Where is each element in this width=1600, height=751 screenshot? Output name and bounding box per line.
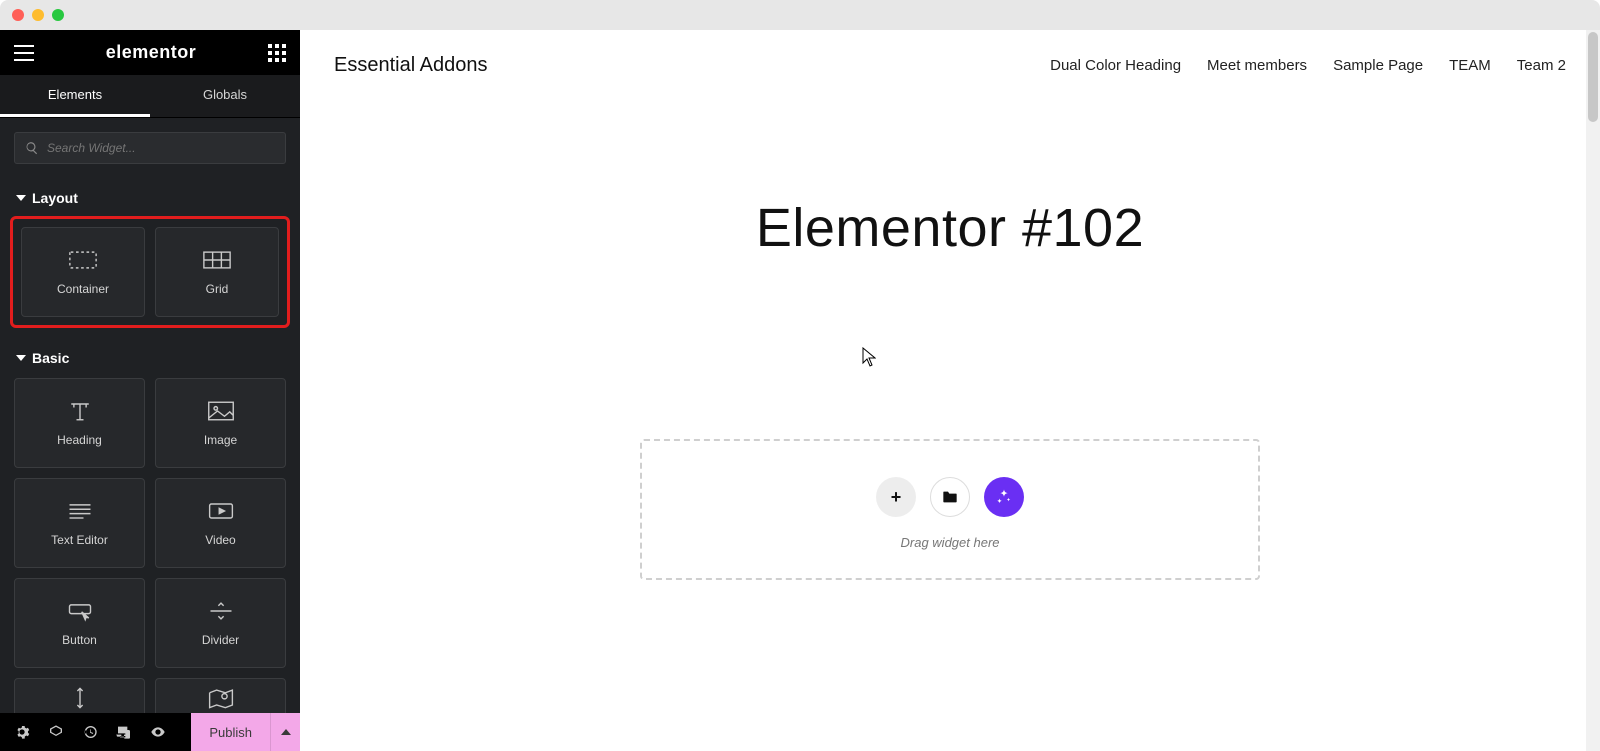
nav-link[interactable]: Team 2 [1517, 57, 1566, 74]
search-widget-box[interactable] [14, 132, 286, 164]
widget-partial-2[interactable] [155, 678, 286, 718]
heading-icon [66, 399, 94, 423]
settings-icon[interactable] [14, 724, 30, 740]
widget-image[interactable]: Image [155, 378, 286, 468]
divider-icon [207, 599, 235, 623]
image-icon [207, 399, 235, 423]
widget-label: Button [62, 633, 97, 647]
responsive-icon[interactable] [116, 724, 132, 740]
grid-icon [203, 248, 231, 272]
widget-container[interactable]: Container [21, 227, 145, 317]
history-icon[interactable] [82, 724, 98, 740]
folder-icon [942, 490, 958, 504]
video-icon [207, 499, 235, 523]
button-icon [66, 599, 94, 623]
add-section-dropzone[interactable]: + Drag widget here [640, 439, 1260, 580]
widget-grid[interactable]: Grid [155, 227, 279, 317]
section-layout-title: Layout [32, 190, 78, 206]
widget-button[interactable]: Button [14, 578, 145, 668]
dropzone-hint: Drag widget here [901, 535, 1000, 550]
dropzone-buttons: + [876, 477, 1024, 517]
apps-grid-icon[interactable] [268, 44, 286, 62]
panel-header: elementor [0, 30, 300, 75]
page-title: Elementor #102 [330, 197, 1570, 259]
section-layout-header[interactable]: Layout [0, 178, 300, 214]
site-title[interactable]: Essential Addons [334, 54, 487, 77]
add-template-button[interactable] [930, 477, 970, 517]
widget-label: Text Editor [51, 533, 108, 547]
editor-canvas[interactable]: Essential Addons Dual Color Heading Meet… [300, 30, 1600, 751]
ai-sparkle-icon [995, 488, 1013, 506]
traffic-light-zoom[interactable] [52, 9, 64, 21]
macos-title-bar [0, 0, 1600, 30]
publish-area: Publish [191, 713, 300, 751]
widget-label: Divider [202, 633, 239, 647]
traffic-light-minimize[interactable] [32, 9, 44, 21]
nav-link[interactable]: Dual Color Heading [1050, 57, 1181, 74]
map-icon [207, 686, 235, 710]
layout-widgets-highlight: Container Grid [10, 216, 290, 328]
nav-link[interactable]: Sample Page [1333, 57, 1423, 74]
traffic-light-close[interactable] [12, 9, 24, 21]
nav-link[interactable]: TEAM [1449, 57, 1491, 74]
primary-nav: Dual Color Heading Meet members Sample P… [1050, 57, 1566, 74]
search-input[interactable] [47, 141, 275, 155]
widget-partial-1[interactable] [14, 678, 145, 718]
add-section-button[interactable]: + [876, 477, 916, 517]
scrollbar[interactable] [1586, 30, 1600, 751]
panel-footer: Publish [0, 713, 300, 751]
search-icon [25, 141, 39, 155]
elementor-panel: elementor Elements Globals Layout Contai… [0, 30, 300, 751]
widget-heading[interactable]: Heading [14, 378, 145, 468]
navigator-icon[interactable] [48, 724, 64, 740]
hamburger-menu-icon[interactable] [14, 45, 34, 61]
widget-text-editor[interactable]: Text Editor [14, 478, 145, 568]
container-icon [69, 248, 97, 272]
site-header: Essential Addons Dual Color Heading Meet… [330, 30, 1570, 87]
widget-label: Heading [57, 433, 102, 447]
publish-options-caret[interactable] [270, 713, 300, 751]
spacer-icon [66, 686, 94, 710]
widget-label: Container [57, 282, 109, 296]
section-basic-header[interactable]: Basic [0, 338, 300, 374]
widget-label: Video [205, 533, 235, 547]
ai-button[interactable] [984, 477, 1024, 517]
caret-down-icon [16, 355, 26, 361]
basic-widgets: Heading Image Text Editor Video Button D… [0, 374, 300, 732]
text-editor-icon [66, 499, 94, 523]
preview-icon[interactable] [150, 724, 166, 740]
elementor-logo: elementor [106, 42, 197, 63]
widget-video[interactable]: Video [155, 478, 286, 568]
tab-elements[interactable]: Elements [0, 75, 150, 117]
widget-label: Grid [206, 282, 229, 296]
panel-tabs: Elements Globals [0, 75, 300, 118]
section-basic-title: Basic [32, 350, 69, 366]
nav-link[interactable]: Meet members [1207, 57, 1307, 74]
tab-globals[interactable]: Globals [150, 75, 300, 117]
widget-label: Image [204, 433, 237, 447]
publish-button[interactable]: Publish [191, 713, 270, 751]
caret-down-icon [16, 195, 26, 201]
widget-divider[interactable]: Divider [155, 578, 286, 668]
